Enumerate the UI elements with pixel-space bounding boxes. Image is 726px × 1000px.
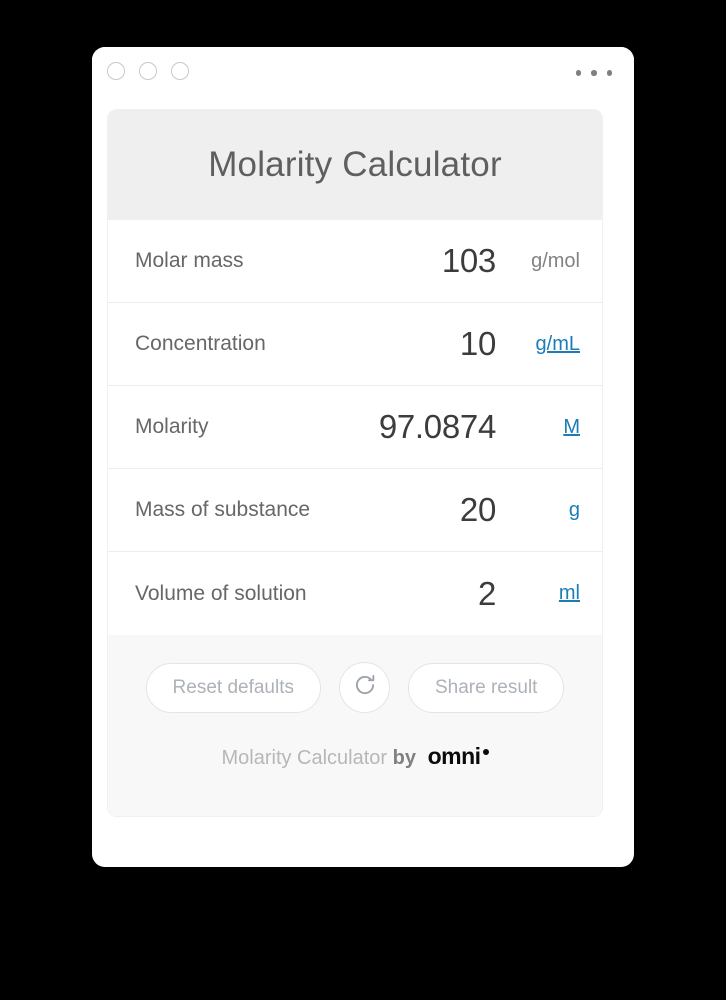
row-label: Concentration — [135, 332, 266, 355]
brand-footer[interactable]: Molarity Calculator by omni — [108, 743, 602, 770]
window-close-circle-icon[interactable] — [107, 62, 125, 80]
mass-of-substance-input[interactable]: 20 — [460, 491, 496, 529]
molar-mass-unit[interactable]: g/mol — [510, 250, 580, 273]
share-result-button[interactable]: Share result — [408, 662, 565, 713]
window-controls — [107, 62, 189, 80]
kebab-menu-icon[interactable] — [575, 70, 612, 76]
calculator-footer: Reset defaults Share result Molarity Cal… — [108, 635, 602, 816]
calculator-rows: Molar mass 103 g/mol Concentration 10 g/… — [108, 220, 602, 635]
kebab-dot-1 — [575, 70, 581, 76]
app-window: Molarity Calculator Molar mass 103 g/mol… — [92, 47, 634, 867]
row-label: Molar mass — [135, 249, 244, 272]
omni-logo-dot-icon — [482, 749, 489, 755]
concentration-unit[interactable]: g/mL — [510, 333, 580, 356]
row-molarity: Molarity 97.0874 M — [108, 386, 602, 469]
kebab-dot-2 — [591, 70, 597, 76]
calculator-card: Molarity Calculator Molar mass 103 g/mol… — [107, 109, 603, 817]
molarity-input[interactable]: 97.0874 — [379, 408, 496, 446]
kebab-dot-3 — [606, 70, 612, 76]
molar-mass-input[interactable]: 103 — [442, 242, 496, 280]
molarity-unit[interactable]: M — [510, 416, 580, 439]
calculator-header: Molarity Calculator — [108, 110, 602, 220]
volume-of-solution-unit[interactable]: ml — [510, 582, 580, 605]
page-title: Molarity Calculator — [208, 145, 502, 184]
brand-by-text: by — [392, 747, 416, 769]
brand-calculator-name: Molarity Calculator — [221, 747, 388, 769]
concentration-input[interactable]: 10 — [460, 325, 496, 363]
window-titlebar — [92, 47, 634, 97]
refresh-icon — [352, 672, 378, 703]
row-volume-of-solution: Volume of solution 2 ml — [108, 552, 602, 635]
mass-of-substance-unit[interactable]: g — [510, 499, 580, 522]
refresh-button[interactable] — [339, 662, 390, 713]
footer-actions: Reset defaults Share result — [108, 662, 602, 713]
screen-background: Molarity Calculator Molar mass 103 g/mol… — [0, 0, 726, 1000]
row-label: Mass of substance — [135, 498, 311, 521]
volume-of-solution-input[interactable]: 2 — [478, 575, 496, 613]
row-concentration: Concentration 10 g/mL — [108, 303, 602, 386]
row-molar-mass: Molar mass 103 g/mol — [108, 220, 602, 303]
row-label: Molarity — [135, 415, 209, 438]
row-mass-of-substance: Mass of substance 20 g — [108, 469, 602, 552]
window-minimize-circle-icon[interactable] — [139, 62, 157, 80]
omni-logo: omni — [427, 743, 481, 769]
reset-defaults-button[interactable]: Reset defaults — [145, 662, 321, 713]
window-maximize-circle-icon[interactable] — [171, 62, 189, 80]
row-label: Volume of solution — [135, 581, 307, 605]
